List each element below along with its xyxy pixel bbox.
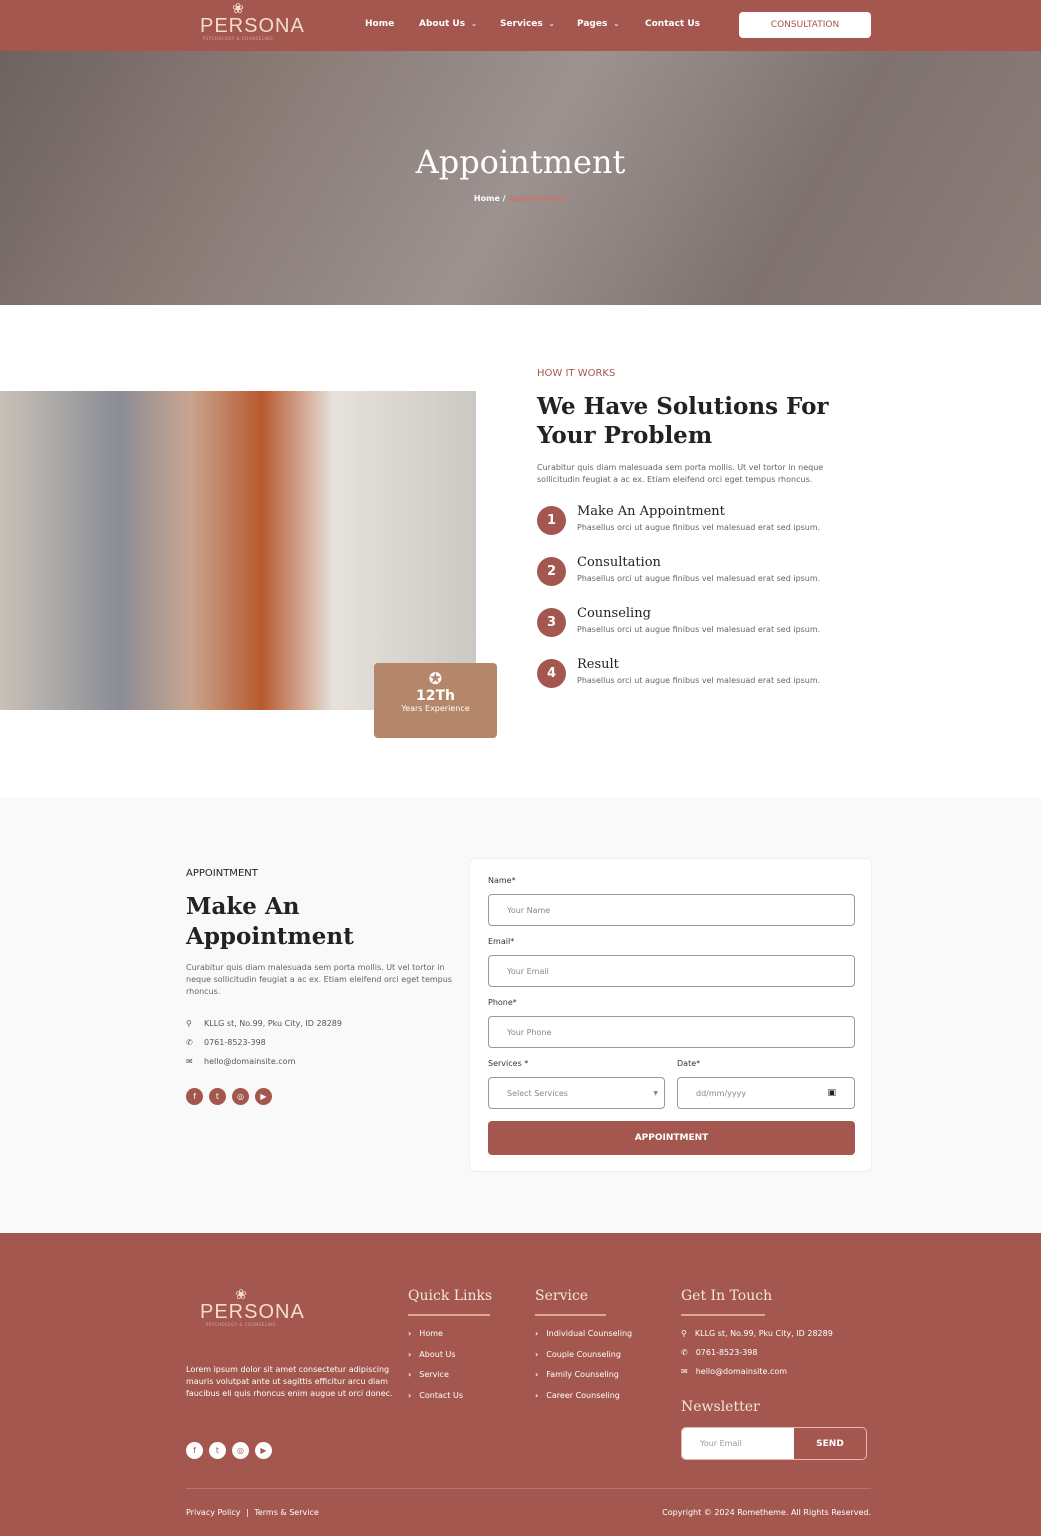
- footer-about: Lorem ipsum dolor sit amet consectetur a…: [186, 1365, 393, 1398]
- hero-banner: Appointment Home / Appointment: [0, 51, 1041, 305]
- phone-icon: ✆: [681, 1348, 688, 1357]
- footer-phone: ✆ 0761-8523-398: [681, 1348, 758, 1357]
- breadcrumb-home[interactable]: Home /: [474, 194, 506, 203]
- email-icon: ✉: [186, 1057, 193, 1066]
- how-desc: Curabitur quis diam malesuada sem porta …: [537, 463, 824, 484]
- service-title: Service: [535, 1288, 589, 1304]
- step-item: 3 Counseling Phasellus orci ut augue finib…: [537, 606, 857, 648]
- page-title: Appointment: [415, 143, 626, 181]
- footer-address: ⚲ KLLG st, No.99, Pku City, ID 28289: [681, 1329, 833, 1338]
- footer-logo[interactable]: ❀ PERSONA PSYCHOLOGY & COUNSELING: [200, 1287, 304, 1327]
- name-label: Name*: [488, 876, 516, 885]
- chevron-down-icon: ⌄: [548, 20, 555, 28]
- name-input[interactable]: Your Name: [488, 894, 855, 926]
- address: ⚲ KLLG st, No.99, Pku City, ID 28289: [186, 1019, 342, 1028]
- how-title: We Have Solutions For Your Problem: [537, 393, 829, 449]
- step-item: 2 Consultation Phasellus orci ut augue fin…: [537, 555, 857, 597]
- date-label: Date*: [677, 1059, 701, 1068]
- footer-link-service[interactable]: › Service: [408, 1370, 449, 1379]
- nav-pages[interactable]: Pages ⌄: [577, 19, 619, 29]
- step-item: 1 Make An Appointment Phasellus orci ut au…: [537, 504, 857, 546]
- footer-link-home[interactable]: › Home: [408, 1329, 443, 1338]
- nav-contact[interactable]: Contact Us: [645, 19, 700, 29]
- email-label: Email*: [488, 937, 515, 946]
- services-label: Services *: [488, 1059, 529, 1068]
- how-eyebrow: HOW IT WORKS: [537, 368, 616, 379]
- services-select[interactable]: Select Services ▼: [488, 1077, 665, 1109]
- footer-email: ✉ hello@domainsite.com: [681, 1367, 788, 1376]
- youtube-icon[interactable]: ▶: [255, 1088, 272, 1105]
- privacy-policy-link[interactable]: Privacy Policy: [186, 1508, 241, 1517]
- footer-link-about[interactable]: › About Us: [408, 1350, 456, 1359]
- copyright: Copyright © 2024 Rometheme. All Rights R…: [662, 1508, 871, 1517]
- appointment-submit-button[interactable]: APPOINTMENT: [488, 1121, 855, 1155]
- footer: ❀ PERSONA PSYCHOLOGY & COUNSELING Lorem …: [0, 1233, 1041, 1536]
- instagram-icon[interactable]: ◎: [232, 1088, 249, 1105]
- facebook-icon[interactable]: f: [186, 1442, 203, 1459]
- footer-service-link[interactable]: › Individual Counseling: [535, 1329, 632, 1338]
- youtube-icon[interactable]: ▶: [255, 1442, 272, 1459]
- terms-link[interactable]: Terms & Service: [254, 1508, 318, 1517]
- location-icon: ⚲: [681, 1329, 687, 1338]
- location-icon: ⚲: [186, 1019, 192, 1028]
- instagram-icon[interactable]: ◎: [232, 1442, 249, 1459]
- footer-legal: Privacy Policy | Terms & Service: [186, 1508, 319, 1517]
- phone: ✆ 0761-8523-398: [186, 1038, 266, 1047]
- footer-link-contact[interactable]: › Contact Us: [408, 1391, 463, 1400]
- brain-icon: ❀: [232, 1, 244, 17]
- facebook-icon[interactable]: f: [186, 1088, 203, 1105]
- nav-about[interactable]: About Us ⌄: [419, 19, 477, 29]
- header: ❀ PERSONA PSYCHOLOGY & COUNSELING Home A…: [0, 0, 1041, 51]
- newsletter-send-button[interactable]: SEND: [794, 1428, 866, 1459]
- footer-service-link[interactable]: › Career Counseling: [535, 1391, 620, 1400]
- twitter-icon[interactable]: t: [209, 1088, 226, 1105]
- phone-input[interactable]: Your Phone: [488, 1016, 855, 1048]
- logo[interactable]: ❀ PERSONA PSYCHOLOGY & COUNSELING: [200, 1, 304, 41]
- chevron-down-icon: ⌄: [471, 20, 477, 28]
- dropdown-arrow-icon: ▼: [653, 1089, 658, 1097]
- email-input[interactable]: Your Email: [488, 955, 855, 987]
- chevron-down-icon: ⌄: [613, 20, 620, 28]
- email: ✉ hello@domainsite.com: [186, 1057, 296, 1066]
- appointment-desc: Curabitur quis diam malesuada sem porta …: [186, 963, 452, 996]
- nav-home[interactable]: Home: [365, 19, 394, 29]
- appointment-eyebrow: APPOINTMENT: [186, 868, 258, 879]
- footer-service-link[interactable]: › Couple Counseling: [535, 1350, 621, 1359]
- phone-label: Phone*: [488, 998, 517, 1007]
- breadcrumb-current: Appointment: [508, 194, 568, 203]
- appointment-form: Name* Your Name Email* Your Email Phone*…: [469, 858, 872, 1172]
- email-icon: ✉: [681, 1367, 688, 1376]
- newsletter-form: Your Email SEND: [681, 1427, 867, 1460]
- calendar-icon: ▣: [827, 1088, 836, 1098]
- consultation-button[interactable]: CONSULTATION: [739, 12, 871, 38]
- appointment-title: Make An Appointment: [186, 893, 354, 950]
- experience-badge: ✪ 12Th Years Experience: [374, 663, 497, 738]
- award-icon: ✪: [428, 669, 443, 688]
- nav-services[interactable]: Services ⌄: [500, 19, 555, 29]
- twitter-icon[interactable]: t: [209, 1442, 226, 1459]
- quick-links-title: Quick Links: [408, 1288, 493, 1304]
- breadcrumb: Home / Appointment: [0, 194, 1041, 203]
- step-item: 4 Result Phasellus orci ut augue finibus v…: [537, 657, 857, 699]
- newsletter-title: Newsletter: [681, 1399, 760, 1415]
- brain-icon: ❀: [235, 1287, 247, 1303]
- get-in-touch-title: Get In Touch: [681, 1288, 773, 1304]
- footer-service-link[interactable]: › Family Counseling: [535, 1370, 619, 1379]
- date-input[interactable]: dd/mm/yyyy ▣: [677, 1077, 855, 1109]
- newsletter-email-input[interactable]: Your Email: [682, 1428, 794, 1459]
- phone-icon: ✆: [186, 1038, 193, 1047]
